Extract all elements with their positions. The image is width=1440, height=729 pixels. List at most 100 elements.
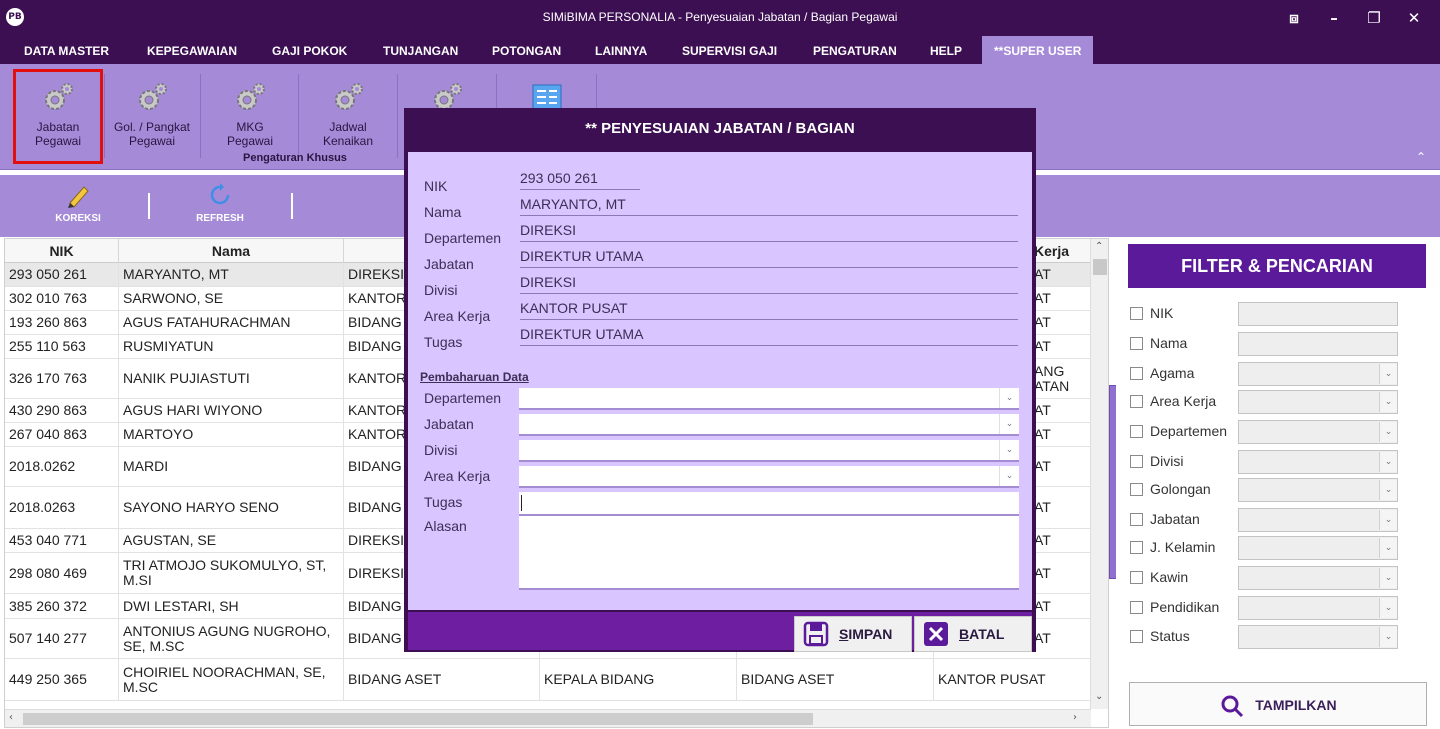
filter-j-kelamin-checkbox[interactable] [1130,541,1143,554]
collapse-ribbon-icon[interactable]: ⌃ [1416,150,1426,164]
filter-divisi-checkbox[interactable] [1130,455,1143,468]
koreksi-button[interactable]: KOREKSI [48,181,108,224]
filter-status-dropdown[interactable]: ⌄ [1238,625,1398,649]
menu-help[interactable]: HELP [930,36,962,64]
chevron-down-icon[interactable]: ⌄ [1379,510,1397,530]
filter-pendidikan-dropdown[interactable]: ⌄ [1238,596,1398,620]
minimize-button[interactable]: – [1318,6,1350,30]
menu-tunjangan[interactable]: TUNJANGAN [383,36,458,64]
filter-departemen-checkbox[interactable] [1130,425,1143,438]
chevron-down-icon[interactable]: ⌄ [1379,627,1397,647]
form-tugas-input[interactable] [519,492,1019,516]
scroll-up-icon[interactable]: ⌃ [1095,241,1103,252]
refresh-icon [210,183,230,205]
chevron-down-icon[interactable]: ⌄ [1379,538,1397,558]
filter-row: Kawin ⌄ [1130,566,1420,590]
cell-nama: NANIK PUJIASTUTI [119,359,344,398]
menu-gaji-pokok[interactable]: GAJI POKOK [272,36,347,64]
info-nama-label: Nama [424,204,462,220]
text-caret [521,495,522,511]
ribbon-gol-pangkat-button[interactable]: Gol. / Pangkat Pegawai [108,72,196,160]
scroll-down-icon[interactable]: ⌄ [1095,691,1103,702]
tampilkan-button[interactable]: TAMPILKAN [1129,682,1427,726]
filter-row: Nama [1130,332,1420,356]
filter-kawin-dropdown[interactable]: ⌄ [1238,566,1398,590]
filter-nik-input[interactable] [1238,302,1398,326]
table-row[interactable]: 449 250 365 CHOIRIEL NOORACHMAN, SE, M.SC… [5,659,1091,701]
filter-kawin-label: Kawin [1150,569,1189,585]
menu-super-user[interactable]: **SUPER USER [982,36,1094,64]
filter-agama-checkbox[interactable] [1130,367,1143,380]
form-departemen-dropdown[interactable]: ⌄ [519,388,1019,410]
cell-departemen: BIDANG ASET [344,659,540,700]
chevron-down-icon[interactable]: ⌄ [999,440,1019,460]
filter-row: Departemen ⌄ [1130,420,1420,444]
filter-area-kerja-dropdown[interactable]: ⌄ [1238,390,1398,414]
chevron-down-icon[interactable]: ⌄ [1379,364,1397,384]
chevron-down-icon[interactable]: ⌄ [1379,452,1397,472]
filter-pendidikan-checkbox[interactable] [1130,601,1143,614]
column-header-nik[interactable]: NIK [5,239,119,263]
filter-golongan-checkbox[interactable] [1130,483,1143,496]
ribbon-separator [397,74,398,158]
penyesuaian-dialog: ** PENYESUAIAN JABATAN / BAGIAN NIK 293 0… [404,108,1036,652]
chevron-down-icon[interactable]: ⌄ [999,414,1019,434]
menu-potongan[interactable]: POTONGAN [492,36,561,64]
dialog-body: NIK 293 050 261 Nama MARYANTO, MT Departemen… [408,152,1032,610]
form-jabatan-dropdown[interactable]: ⌄ [519,414,1019,436]
filter-agama-dropdown[interactable]: ⌄ [1238,362,1398,386]
cell-nama: MARYANTO, MT [119,263,344,286]
chevron-down-icon[interactable]: ⌄ [1379,422,1397,442]
filter-kawin-checkbox[interactable] [1130,571,1143,584]
filter-nama-input[interactable] [1238,332,1398,356]
form-area-kerja-dropdown[interactable]: ⌄ [519,466,1019,488]
scroll-right-icon[interactable]: › [1073,712,1077,723]
cell-area-kerja: KANTOR PUSAT [934,659,1091,700]
scroll-thumb[interactable] [23,713,813,725]
grid-vertical-scrollbar[interactable]: ⌃ ⌄ [1090,239,1108,709]
menu-supervisi-gaji[interactable]: SUPERVISI GAJI [682,36,777,64]
column-header-nama[interactable]: Nama [119,239,344,263]
refresh-button[interactable]: REFRESH [190,181,250,224]
filter-title: FILTER & PENCARIAN [1128,244,1426,288]
menu-data-master[interactable]: DATA MASTER [24,36,109,64]
ribbon-separator [104,74,105,158]
info-area-kerja-label: Area Kerja [424,308,491,324]
cell-nama: AGUS HARI WIYONO [119,399,344,422]
filter-status-checkbox[interactable] [1130,630,1143,643]
chevron-down-icon[interactable]: ⌄ [999,466,1019,486]
scroll-left-icon[interactable]: ‹ [9,712,13,723]
chevron-down-icon[interactable]: ⌄ [1379,568,1397,588]
chevron-down-icon[interactable]: ⌄ [999,388,1019,408]
maximize-button[interactable]: ❐ [1358,6,1390,30]
ribbon-jadwal-kenaikan-button[interactable]: Jadwal Kenaikan [304,72,392,160]
close-button[interactable]: ✕ [1398,6,1430,30]
ribbon-mkg-pegawai-button[interactable]: MKG Pegawai [206,72,294,160]
restore-size-icon[interactable]: ⧈ [1278,6,1310,30]
filter-nik-checkbox[interactable] [1130,307,1143,320]
filter-nama-checkbox[interactable] [1130,337,1143,350]
filter-area-kerja-checkbox[interactable] [1130,395,1143,408]
filter-jabatan-checkbox[interactable] [1130,513,1143,526]
scroll-thumb[interactable] [1093,259,1107,275]
filter-golongan-dropdown[interactable]: ⌄ [1238,478,1398,502]
chevron-down-icon[interactable]: ⌄ [1379,392,1397,412]
menu-pengaturan[interactable]: PENGATURAN [813,36,897,64]
filter-row: Divisi ⌄ [1130,450,1420,474]
chevron-down-icon[interactable]: ⌄ [1379,598,1397,618]
filter-row: J. Kelamin ⌄ [1130,536,1420,560]
batal-button[interactable]: BATAL [914,616,1032,652]
grid-horizontal-scrollbar[interactable]: ‹ › [5,709,1091,727]
filter-departemen-dropdown[interactable]: ⌄ [1238,420,1398,444]
simpan-button[interactable]: SIMPAN [794,616,912,652]
menu-lainnya[interactable]: LAINNYA [595,36,647,64]
filter-j-kelamin-dropdown[interactable]: ⌄ [1238,536,1398,560]
filter-divisi-dropdown[interactable]: ⌄ [1238,450,1398,474]
info-tugas-value: DIREKTUR UTAMA [520,326,1018,346]
menu-kepegawaian[interactable]: KEPEGAWAIAN [147,36,237,64]
form-alasan-textarea[interactable] [519,516,1019,590]
cell-nama: TRI ATMOJO SUKOMULYO, ST, M.SI [119,553,344,593]
form-divisi-dropdown[interactable]: ⌄ [519,440,1019,462]
filter-jabatan-dropdown[interactable]: ⌄ [1238,508,1398,532]
chevron-down-icon[interactable]: ⌄ [1379,480,1397,500]
